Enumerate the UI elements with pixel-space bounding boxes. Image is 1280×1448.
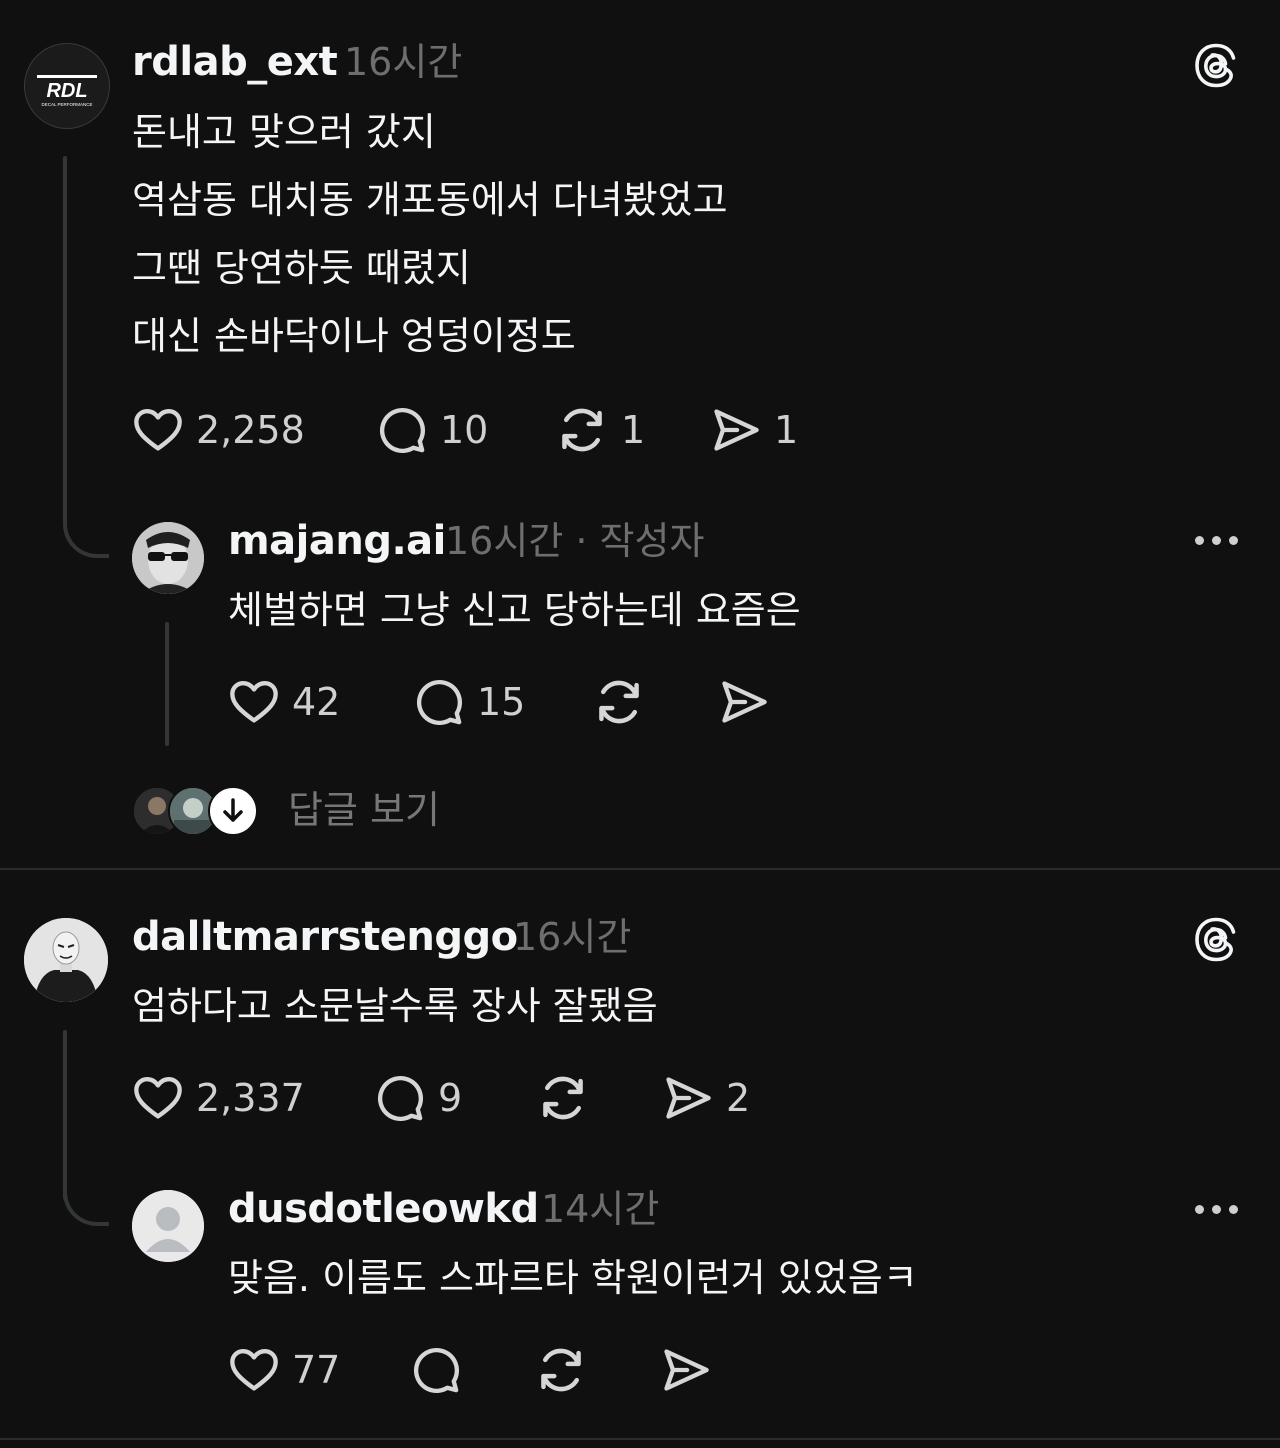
reply-text-line: 맞음. 이름도 스파르타 학원이런거 있었음ㅋ bbox=[228, 1256, 918, 1300]
post-text-line: 돈내고 맞으러 갔지 bbox=[132, 110, 436, 154]
post-text-line: 대신 손바닥이나 엉덩이정도 bbox=[132, 314, 576, 358]
post-text-line: 그땐 당연하듯 때렸지 bbox=[132, 246, 471, 290]
comment-bubble-icon bbox=[413, 676, 465, 728]
comment-count: 15 bbox=[477, 680, 526, 724]
comment-count: 9 bbox=[438, 1076, 463, 1120]
reply-connector-curve bbox=[63, 496, 109, 558]
share-button[interactable]: 2 bbox=[662, 1070, 750, 1126]
reply-time-value: 16시간 bbox=[445, 519, 564, 563]
heart-icon bbox=[228, 676, 280, 728]
post-time: 16시간 bbox=[344, 40, 463, 84]
post-text-line: 엄하다고 소문날수록 장사 잘됐음 bbox=[132, 984, 658, 1028]
share-count: 1 bbox=[774, 408, 799, 452]
repost-icon bbox=[592, 675, 646, 729]
send-icon bbox=[710, 404, 762, 456]
like-count: 77 bbox=[292, 1348, 341, 1392]
reply-username[interactable]: majang.ai bbox=[228, 517, 446, 565]
comment-button[interactable] bbox=[410, 1342, 462, 1398]
send-icon bbox=[662, 1072, 714, 1124]
repost-button[interactable] bbox=[534, 1342, 588, 1398]
reply-time: 16시간 · 작성자 bbox=[445, 517, 704, 565]
repost-button[interactable]: 1 bbox=[555, 402, 645, 458]
like-count: 2,337 bbox=[196, 1076, 305, 1120]
reply-username[interactable]: dusdotleowkd bbox=[228, 1185, 539, 1233]
avatar-dalltmarrstenggo[interactable] bbox=[24, 918, 108, 1002]
repost-icon bbox=[536, 1071, 590, 1125]
avatar-rdl-subtext: DECAL PERFORMANCE bbox=[41, 102, 92, 107]
like-count: 42 bbox=[292, 680, 341, 724]
view-replies-label[interactable]: 답글 보기 bbox=[288, 786, 440, 834]
share-button[interactable] bbox=[660, 1342, 712, 1398]
avatar-rdl-text: RDL bbox=[46, 80, 87, 102]
reply-thread-line bbox=[165, 622, 169, 746]
share-button[interactable]: 1 bbox=[710, 402, 798, 458]
more-dots-icon[interactable] bbox=[1195, 1205, 1238, 1214]
heart-icon bbox=[228, 1344, 280, 1396]
reply-connector-curve bbox=[63, 1164, 109, 1226]
reply-time: 14시간 bbox=[541, 1187, 660, 1231]
comment-button[interactable]: 15 bbox=[413, 674, 525, 730]
post-text-line: 역삼동 대치동 개포동에서 다녀봤었고 bbox=[132, 178, 728, 222]
repost-button[interactable] bbox=[592, 674, 646, 730]
thread-divider bbox=[0, 868, 1280, 870]
repost-button[interactable] bbox=[536, 1070, 590, 1126]
author-tag: · 작성자 bbox=[575, 519, 705, 563]
arrow-down-icon bbox=[208, 786, 258, 836]
thread-divider bbox=[0, 1438, 1280, 1440]
comment-button[interactable]: 10 bbox=[376, 402, 488, 458]
avatar-majang-ai[interactable] bbox=[132, 522, 204, 594]
like-button[interactable]: 2,337 bbox=[132, 1070, 305, 1126]
send-icon bbox=[718, 676, 770, 728]
like-button[interactable]: 42 bbox=[228, 674, 340, 730]
avatar-dusdotleowkd[interactable] bbox=[132, 1190, 204, 1262]
post-username[interactable]: dalltmarrstenggo bbox=[132, 913, 518, 961]
reply-text-line: 체벌하면 그냥 신고 당하는데 요즘은 bbox=[228, 588, 801, 632]
like-button[interactable]: 2,258 bbox=[132, 402, 305, 458]
heart-icon bbox=[132, 404, 184, 456]
comment-count: 10 bbox=[440, 408, 489, 452]
thread-connector-line bbox=[63, 156, 67, 526]
comment-button[interactable]: 9 bbox=[374, 1070, 462, 1126]
like-button[interactable]: 77 bbox=[228, 1342, 340, 1398]
repost-icon bbox=[555, 403, 609, 457]
repost-count: 1 bbox=[621, 408, 646, 452]
comment-bubble-icon bbox=[376, 404, 428, 456]
threads-logo-icon[interactable] bbox=[1192, 41, 1240, 89]
threads-logo-icon[interactable] bbox=[1192, 915, 1240, 963]
view-replies-row[interactable]: 답글 보기 bbox=[132, 786, 472, 836]
repost-icon bbox=[534, 1343, 588, 1397]
share-count: 2 bbox=[726, 1076, 751, 1120]
more-dots-icon[interactable] bbox=[1195, 536, 1238, 545]
send-icon bbox=[660, 1344, 712, 1396]
comment-bubble-icon bbox=[410, 1344, 462, 1396]
comment-bubble-icon bbox=[374, 1072, 426, 1124]
heart-icon bbox=[132, 1072, 184, 1124]
post-username[interactable]: rdlab_ext bbox=[132, 38, 338, 86]
share-button[interactable] bbox=[718, 674, 770, 730]
avatar-rdlab-ext[interactable]: RDL DECAL PERFORMANCE bbox=[24, 43, 110, 129]
like-count: 2,258 bbox=[196, 408, 305, 452]
post-time: 16시간 bbox=[513, 915, 632, 959]
